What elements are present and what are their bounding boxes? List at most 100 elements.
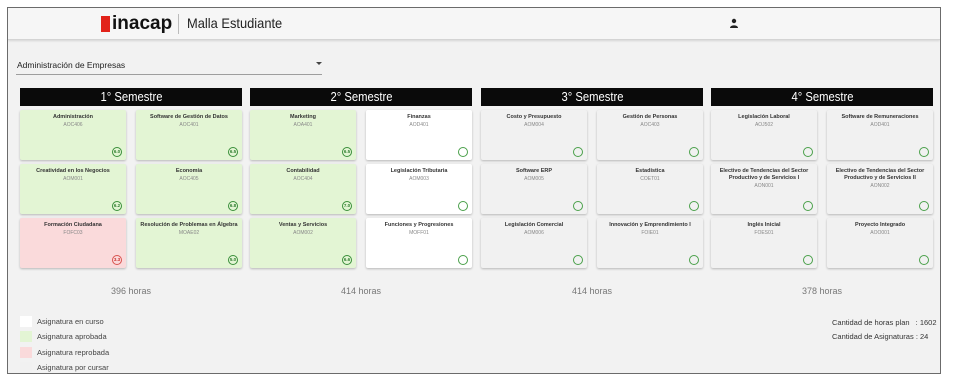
course-card[interactable]: Finanzas AOD401 xyxy=(366,110,472,160)
user-icon[interactable] xyxy=(729,18,739,28)
legend-swatch xyxy=(20,361,32,373)
course-name: Software de Gestión de Datos xyxy=(150,114,228,120)
status-circle-icon xyxy=(458,201,468,211)
status-circle-icon xyxy=(803,147,813,157)
course-code: AOM006 xyxy=(524,230,544,236)
courses-stat: Cantidad de Asignaturas : 24 xyxy=(832,330,937,344)
course-card[interactable]: Ventas y Servicios AOM002 6.6 xyxy=(250,218,356,268)
semester-column: 1° Semestre Administración AOC406 6.0 Softwa… xyxy=(20,88,242,268)
course-name: Contabilidad xyxy=(286,168,320,174)
legend-swatch xyxy=(20,330,32,342)
course-name: Creatividad en los Negocios xyxy=(36,168,110,174)
course-name: Finanzas xyxy=(407,114,431,120)
status-circle-icon xyxy=(919,201,929,211)
semester-title: 1° Semestre xyxy=(99,90,163,104)
grade-badge: 6.2 xyxy=(112,201,122,211)
semester-column: 3° Semestre Costo y Presupuesto AOM004 Gest… xyxy=(481,88,703,268)
legend-swatch xyxy=(20,346,32,358)
course-code: AOC403 xyxy=(640,122,660,128)
course-code: AON001 xyxy=(754,183,774,189)
course-card[interactable]: Resolución de Problemas en Álgebra MOAE02… xyxy=(136,218,242,268)
course-card[interactable]: Estadística COET01 xyxy=(597,164,703,214)
course-card[interactable]: Legislación Comercial AOM006 xyxy=(481,218,587,268)
course-code: AOD401 xyxy=(870,122,890,128)
semester-column: 4° Semestre Legislación Laboral AOJ502 Soft… xyxy=(711,88,933,268)
semester-header: 4° Semestre xyxy=(711,88,933,106)
grade-badge: 3.3 xyxy=(112,255,122,265)
course-card[interactable]: Marketing AOA401 6.5 xyxy=(250,110,356,160)
status-circle-icon xyxy=(919,255,929,265)
course-card[interactable]: Administración AOC406 6.0 xyxy=(20,110,126,160)
status-circle-icon xyxy=(458,147,468,157)
grade-badge: 5.0 xyxy=(228,255,238,265)
grade-badge: 7.0 xyxy=(342,201,352,211)
legend-item: Asignatura reprobada xyxy=(20,346,109,358)
course-card[interactable]: Software de Remuneraciones AOD401 xyxy=(827,110,933,160)
course-code: AOC405 xyxy=(179,176,199,182)
semester-hours: 396 horas xyxy=(110,286,152,296)
course-card[interactable]: Gestión de Personas AOC403 xyxy=(597,110,703,160)
status-circle-icon xyxy=(919,147,929,157)
course-card[interactable]: Legislación Laboral AOJ502 xyxy=(711,110,817,160)
course-card[interactable]: Inglés Inicial FOES01 xyxy=(711,218,817,268)
course-code: AOM004 xyxy=(524,122,544,128)
hours-stat: Cantidad de horas plan : 1602 xyxy=(832,316,937,330)
course-card[interactable]: Economía AOC405 6.8 xyxy=(136,164,242,214)
legend-label: Asignatura reprobada xyxy=(37,347,110,357)
course-card[interactable]: Innovación y Emprendimiento I FOIE01 xyxy=(597,218,703,268)
course-name: Marketing xyxy=(290,114,316,120)
status-circle-icon xyxy=(573,147,583,157)
course-card[interactable]: Formación Ciudadana FOFC03 3.3 xyxy=(20,218,126,268)
status-circle-icon xyxy=(803,201,813,211)
course-card[interactable]: Software ERP AOM005 xyxy=(481,164,587,214)
course-card[interactable]: Contabilidad AOC404 7.0 xyxy=(250,164,356,214)
legend-label: Asignatura aprobada xyxy=(37,331,107,341)
logo-text: inacap xyxy=(112,13,173,34)
course-code: AOO001 xyxy=(870,230,890,236)
status-circle-icon xyxy=(573,255,583,265)
course-card[interactable]: Legislación Tributaria AOM003 xyxy=(366,164,472,214)
logo-mark xyxy=(101,16,110,32)
course-name: Innovación y Emprendimiento I xyxy=(609,222,691,228)
course-code: AOC401 xyxy=(179,122,199,128)
header-divider xyxy=(178,14,179,34)
inacap-logo: inacap xyxy=(101,13,172,35)
course-card[interactable]: Electivo de Tendencias del Sector Produc… xyxy=(711,164,817,214)
legend-label: Asignatura en curso xyxy=(37,316,104,326)
courses-stat-value: : 24 xyxy=(915,332,929,341)
course-card[interactable]: Creatividad en los Negocios AOM001 6.2 xyxy=(20,164,126,214)
course-card[interactable]: Funciones y Progresiones MOFF01 xyxy=(366,218,472,268)
plan-stats: Cantidad de horas plan : 1602 Cantidad d… xyxy=(832,316,937,344)
status-circle-icon xyxy=(803,255,813,265)
course-code: AOM005 xyxy=(524,176,544,182)
course-cards: Administración AOC406 6.0 Software de Gesti… xyxy=(20,110,242,268)
course-card[interactable]: Software de Gestión de Datos AOC401 6.5 xyxy=(136,110,242,160)
semester-title: 2° Semestre xyxy=(329,90,393,104)
semester-header: 1° Semestre xyxy=(20,88,242,106)
legend-item: Asignatura aprobada xyxy=(20,330,107,342)
course-code: COET01 xyxy=(640,176,660,182)
course-code: FOFC03 xyxy=(63,230,83,236)
grade-badge: 6.5 xyxy=(228,147,238,157)
top-bar: inacap Malla Estudiante xyxy=(8,8,940,40)
course-code: AOC406 xyxy=(63,122,83,128)
hours-stat-value: : 1602 xyxy=(915,318,937,327)
course-card[interactable]: Costo y Presupuesto AOM004 xyxy=(481,110,587,160)
course-card[interactable]: Proyecto Integrado AOO001 xyxy=(827,218,933,268)
legend-swatch xyxy=(20,315,32,327)
course-card[interactable]: Electivo de Tendencias del Sector Produc… xyxy=(827,164,933,214)
status-circle-icon xyxy=(458,255,468,265)
course-name: Costo y Presupuesto xyxy=(506,114,562,120)
semester-hours: 414 horas xyxy=(571,286,613,296)
career-select[interactable]: Administración de Empresas xyxy=(16,57,322,75)
courses-stat-label: Cantidad de Asignaturas xyxy=(832,332,914,341)
course-code: AOM002 xyxy=(293,230,313,236)
course-name: Electivo de Tendencias del Sector Produc… xyxy=(719,168,809,181)
course-code: AOM001 xyxy=(63,176,83,182)
course-name: Funciones y Progresiones xyxy=(384,222,454,228)
course-name: Software de Remuneraciones xyxy=(841,114,919,120)
legend-item: Asignatura en curso xyxy=(20,315,104,327)
legend-item: Asignatura por cursar xyxy=(20,361,109,373)
course-code: MOAE02 xyxy=(178,230,200,236)
course-code: FOIE01 xyxy=(641,230,659,236)
